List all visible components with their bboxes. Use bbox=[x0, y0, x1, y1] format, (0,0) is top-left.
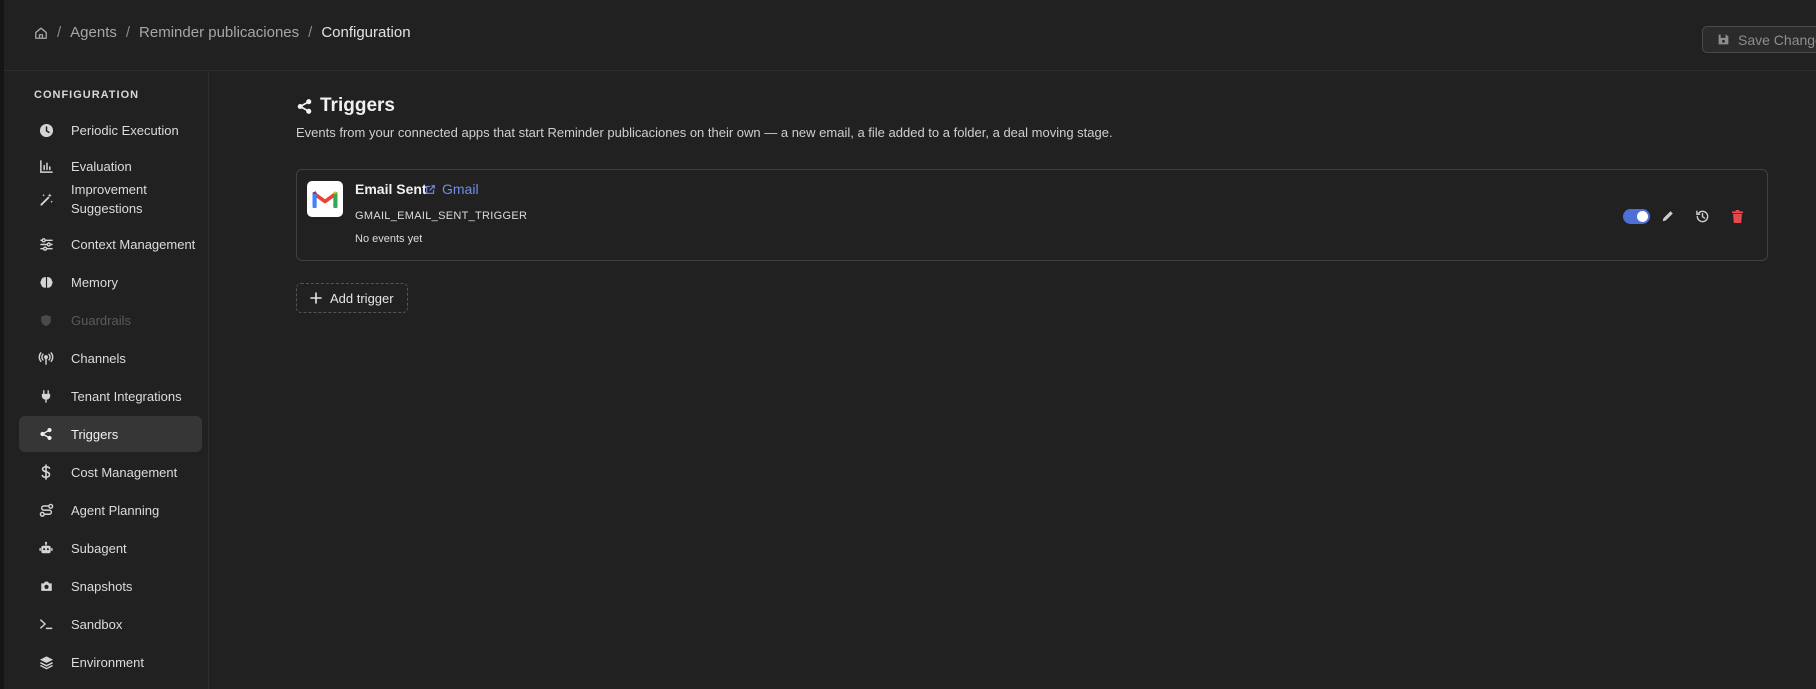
sidebar-item-guardrails[interactable]: Guardrails bbox=[19, 302, 202, 338]
sidebar-item-label: Improvement Suggestions bbox=[71, 182, 147, 216]
breadcrumb-separator: / bbox=[125, 24, 131, 41]
sidebar-item-label: Cost Management bbox=[71, 464, 178, 480]
sidebar-item-label: Context Management bbox=[71, 236, 196, 252]
sidebar-item-label: Sandbox bbox=[71, 616, 123, 632]
toggle-knob bbox=[1637, 211, 1648, 222]
trigger-name: Email Sent bbox=[355, 181, 427, 197]
sidebar-item-agent-planning[interactable]: Agent Planning bbox=[19, 492, 202, 528]
layers-icon bbox=[38, 654, 54, 670]
breadcrumb-separator: / bbox=[57, 24, 62, 41]
trigger-app-link[interactable]: Gmail bbox=[425, 181, 479, 197]
plus-icon bbox=[310, 292, 322, 304]
sliders-icon bbox=[38, 236, 54, 252]
section-description: Events from your connected apps that sta… bbox=[296, 125, 1113, 140]
trigger-app-name: Gmail bbox=[442, 181, 479, 197]
brain-icon bbox=[38, 274, 54, 290]
breadcrumb: / Agents / Reminder publicaciones / Conf… bbox=[34, 24, 411, 41]
gmail-logo-icon bbox=[307, 181, 343, 217]
edit-trigger-button[interactable] bbox=[1659, 207, 1677, 225]
sidebar-item-environment[interactable]: Environment bbox=[19, 644, 202, 680]
share-nodes-icon bbox=[38, 426, 54, 442]
clock-icon bbox=[38, 122, 54, 138]
dollar-icon bbox=[38, 464, 54, 480]
sidebar-item-triggers[interactable]: Triggers bbox=[19, 416, 202, 452]
sidebar-item-label: Triggers bbox=[71, 426, 119, 442]
home-icon[interactable] bbox=[34, 26, 48, 40]
sidebar-item-label: Memory bbox=[71, 274, 118, 290]
terminal-icon bbox=[38, 616, 54, 632]
trigger-slug: GMAIL_EMAIL_SENT_TRIGGER bbox=[355, 210, 528, 222]
trigger-card: Email Sent Gmail GMAIL_EMAIL_SENT_TRIGGE… bbox=[296, 169, 1768, 261]
delete-trigger-button[interactable] bbox=[1728, 207, 1746, 225]
camera-icon bbox=[38, 578, 54, 594]
breadcrumb-agent-name[interactable]: Reminder publicaciones bbox=[139, 24, 299, 41]
sidebar-item-memory[interactable]: Memory bbox=[19, 264, 202, 300]
sidebar-item-subagent[interactable]: Subagent bbox=[19, 530, 202, 566]
sidebar-item-periodic-execution[interactable]: Periodic Execution bbox=[19, 112, 202, 148]
shield-icon bbox=[38, 312, 54, 328]
magic-wand-icon bbox=[38, 191, 54, 207]
sidebar-item-label: Channels bbox=[71, 350, 126, 366]
sidebar-item-label: Tenant Integrations bbox=[71, 388, 182, 404]
window-edge bbox=[0, 0, 4, 689]
route-icon bbox=[38, 502, 54, 518]
sidebar-item-improvement-suggestions[interactable]: Improvement Suggestions bbox=[19, 172, 202, 226]
trigger-history-button[interactable] bbox=[1693, 207, 1711, 225]
sidebar-item-label: Environment bbox=[71, 654, 144, 670]
breadcrumb-current: Configuration bbox=[321, 24, 411, 41]
save-changes-label: Save Changes bbox=[1738, 31, 1816, 48]
trigger-enabled-toggle[interactable] bbox=[1623, 209, 1650, 224]
trigger-status: No events yet bbox=[355, 233, 423, 245]
history-icon bbox=[1695, 210, 1708, 222]
sidebar-item-tenant-integrations[interactable]: Tenant Integrations bbox=[19, 378, 202, 414]
floppy-disk-icon bbox=[1718, 34, 1729, 45]
sidebar-item-label: Snapshots bbox=[71, 578, 133, 594]
sidebar-item-channels[interactable]: Channels bbox=[19, 340, 202, 376]
top-bar: / Agents / Reminder publicaciones / Conf… bbox=[4, 0, 1816, 71]
sidebar-item-label: Agent Planning bbox=[71, 502, 160, 518]
section-title: Triggers bbox=[296, 95, 395, 117]
breadcrumb-separator: / bbox=[308, 24, 313, 41]
sidebar-item-context-management[interactable]: Context Management bbox=[19, 226, 202, 262]
add-trigger-label: Add trigger bbox=[330, 290, 394, 306]
breadcrumb-agents[interactable]: Agents bbox=[70, 24, 117, 41]
pencil-icon bbox=[1662, 211, 1673, 222]
configuration-sidebar: CONFIGURATION Periodic Execution Evaluat… bbox=[12, 72, 209, 689]
robot-icon bbox=[38, 540, 54, 556]
sidebar-item-sandbox[interactable]: Sandbox bbox=[19, 606, 202, 642]
sidebar-item-cost-management[interactable]: Cost Management bbox=[19, 454, 202, 490]
sidebar-heading: CONFIGURATION bbox=[34, 89, 140, 101]
sidebar-item-label: Guardrails bbox=[71, 312, 131, 328]
external-link-icon bbox=[426, 184, 435, 194]
sidebar-item-label: Periodic Execution bbox=[71, 122, 179, 138]
save-changes-button[interactable]: Save Changes bbox=[1702, 26, 1816, 53]
add-trigger-button[interactable]: Add trigger bbox=[296, 283, 408, 313]
section-title-text: Triggers bbox=[320, 95, 395, 116]
plug-icon bbox=[38, 388, 54, 404]
trash-icon bbox=[1731, 209, 1743, 223]
sidebar-item-label: Subagent bbox=[71, 540, 127, 556]
broadcast-antenna-icon bbox=[38, 350, 54, 366]
share-nodes-icon bbox=[297, 98, 312, 114]
sidebar-item-snapshots[interactable]: Snapshots bbox=[19, 568, 202, 604]
